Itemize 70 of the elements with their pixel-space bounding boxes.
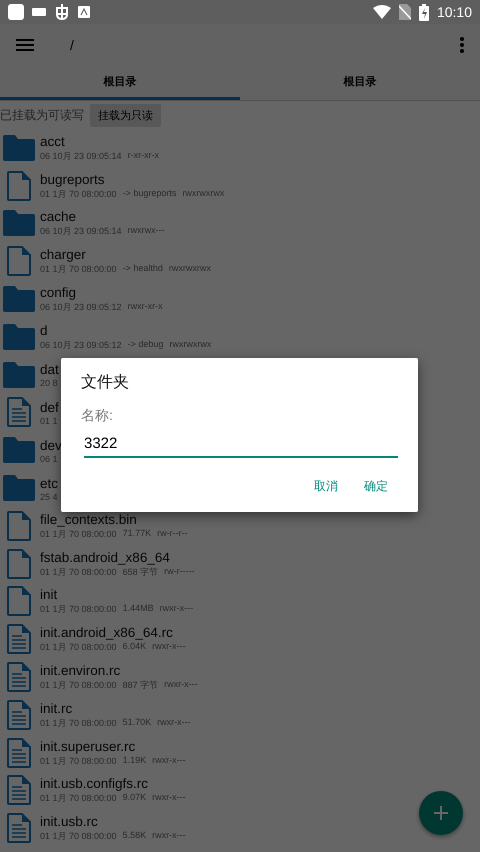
file-name: init.environ.rc: [40, 662, 122, 680]
file-name: dat: [40, 361, 59, 378]
file-details: 01 1月 70 08:00:00: [40, 528, 117, 541]
file-details: -> bugreports: [122, 188, 176, 200]
file-details: r-xr-xr-x: [128, 150, 160, 162]
file-name: charger: [40, 246, 87, 264]
file-name: init.usb.configfs.rc: [40, 775, 150, 792]
field-label: 名称:: [81, 407, 114, 425]
file-details: rwxrwxrwx: [182, 188, 224, 200]
file-details: 9.07K: [122, 792, 146, 804]
file-details: 06 10月 23 09:05:12: [40, 301, 122, 314]
file-name: dev: [40, 436, 62, 454]
file-name: config: [40, 284, 78, 302]
file-details: 01 1月 70 08:00:00: [40, 716, 117, 730]
file-details: -> healthd: [122, 263, 163, 276]
file-name: bugreports: [40, 170, 106, 188]
file-details: 887 字节: [122, 679, 158, 692]
file-name: init.usb.rc: [40, 813, 99, 830]
file-details: rwxr-x---: [152, 830, 186, 842]
file-name: fstab.android_x86_64: [40, 548, 171, 566]
file-name: def: [40, 398, 59, 416]
file-details: 6.04K: [122, 641, 146, 654]
file-details: rwxr-x---: [164, 679, 198, 692]
file-name: cache: [40, 208, 78, 226]
file-details: 1.44MB: [122, 603, 154, 616]
mount-status: 已挂载为可读写: [0, 106, 84, 124]
file-details: 51.70K: [122, 716, 152, 729]
file-details: rwxr-x---: [152, 754, 186, 767]
file-details: rwxr-x---: [152, 641, 186, 654]
file-details: 01 1月 70 08:00:00: [40, 792, 117, 806]
file-name: d: [40, 322, 49, 339]
file-name: init.android_x86_64.rc: [40, 624, 174, 642]
file-details: 01 1月 70 08:00:00: [40, 641, 117, 654]
file-details: rwxrwx---: [128, 225, 165, 238]
file-details: 01 1月 70 08:00:00: [40, 830, 117, 844]
file-name: acct: [40, 132, 66, 150]
file-name: init.superuser.rc: [40, 738, 136, 755]
file-details: 01 1月 70 08:00:00: [40, 679, 117, 692]
status-time: 10:10: [436, 4, 472, 20]
file-details: rwxr-xr-x: [128, 301, 163, 314]
file-details: 06 10月 23 09:05:14: [40, 225, 122, 238]
file-details: rwxrwxrwx: [169, 338, 212, 351]
file-details: rw-r--r--: [157, 528, 188, 540]
file-details: 06 1: [40, 454, 58, 464]
dialog-title: 文件夹: [81, 372, 130, 393]
file-details: rw-r-----: [164, 566, 195, 578]
file-details: rwxr-x---: [157, 716, 191, 729]
file-details: 06 10月 23 09:05:14: [40, 150, 122, 163]
file-details: 01 1月 70 08:00:00: [40, 603, 117, 616]
file-details: 01 1月 70 08:00:00: [40, 263, 117, 276]
file-details: 01 1月 70 08:00:00: [40, 188, 117, 201]
current-path: /: [70, 37, 74, 53]
file-name: etc: [40, 474, 58, 492]
file-details: 20 8: [40, 378, 58, 388]
file-details: 1.19K: [122, 754, 146, 767]
file-name: file_contexts.bin: [40, 510, 138, 528]
file-details: 25 4: [40, 492, 58, 502]
file-details: 01 1: [40, 416, 58, 426]
file-details: 01 1月 70 08:00:00: [40, 566, 117, 579]
file-details: 5.58K: [122, 830, 146, 842]
file-name: init: [40, 586, 58, 604]
file-details: 01 1月 70 08:00:00: [40, 754, 117, 768]
file-details: rwxrwxrwx: [168, 263, 211, 276]
file-details: rwxr-x---: [152, 792, 186, 804]
file-details: -> debug: [128, 338, 164, 351]
file-details: 71.77K: [122, 528, 152, 540]
file-details: 658 字节: [122, 566, 158, 579]
file-name: init.rc: [40, 700, 74, 717]
file-details: 06 10月 23 09:05:12: [40, 338, 122, 352]
file-details: rwxr-x---: [160, 603, 194, 616]
